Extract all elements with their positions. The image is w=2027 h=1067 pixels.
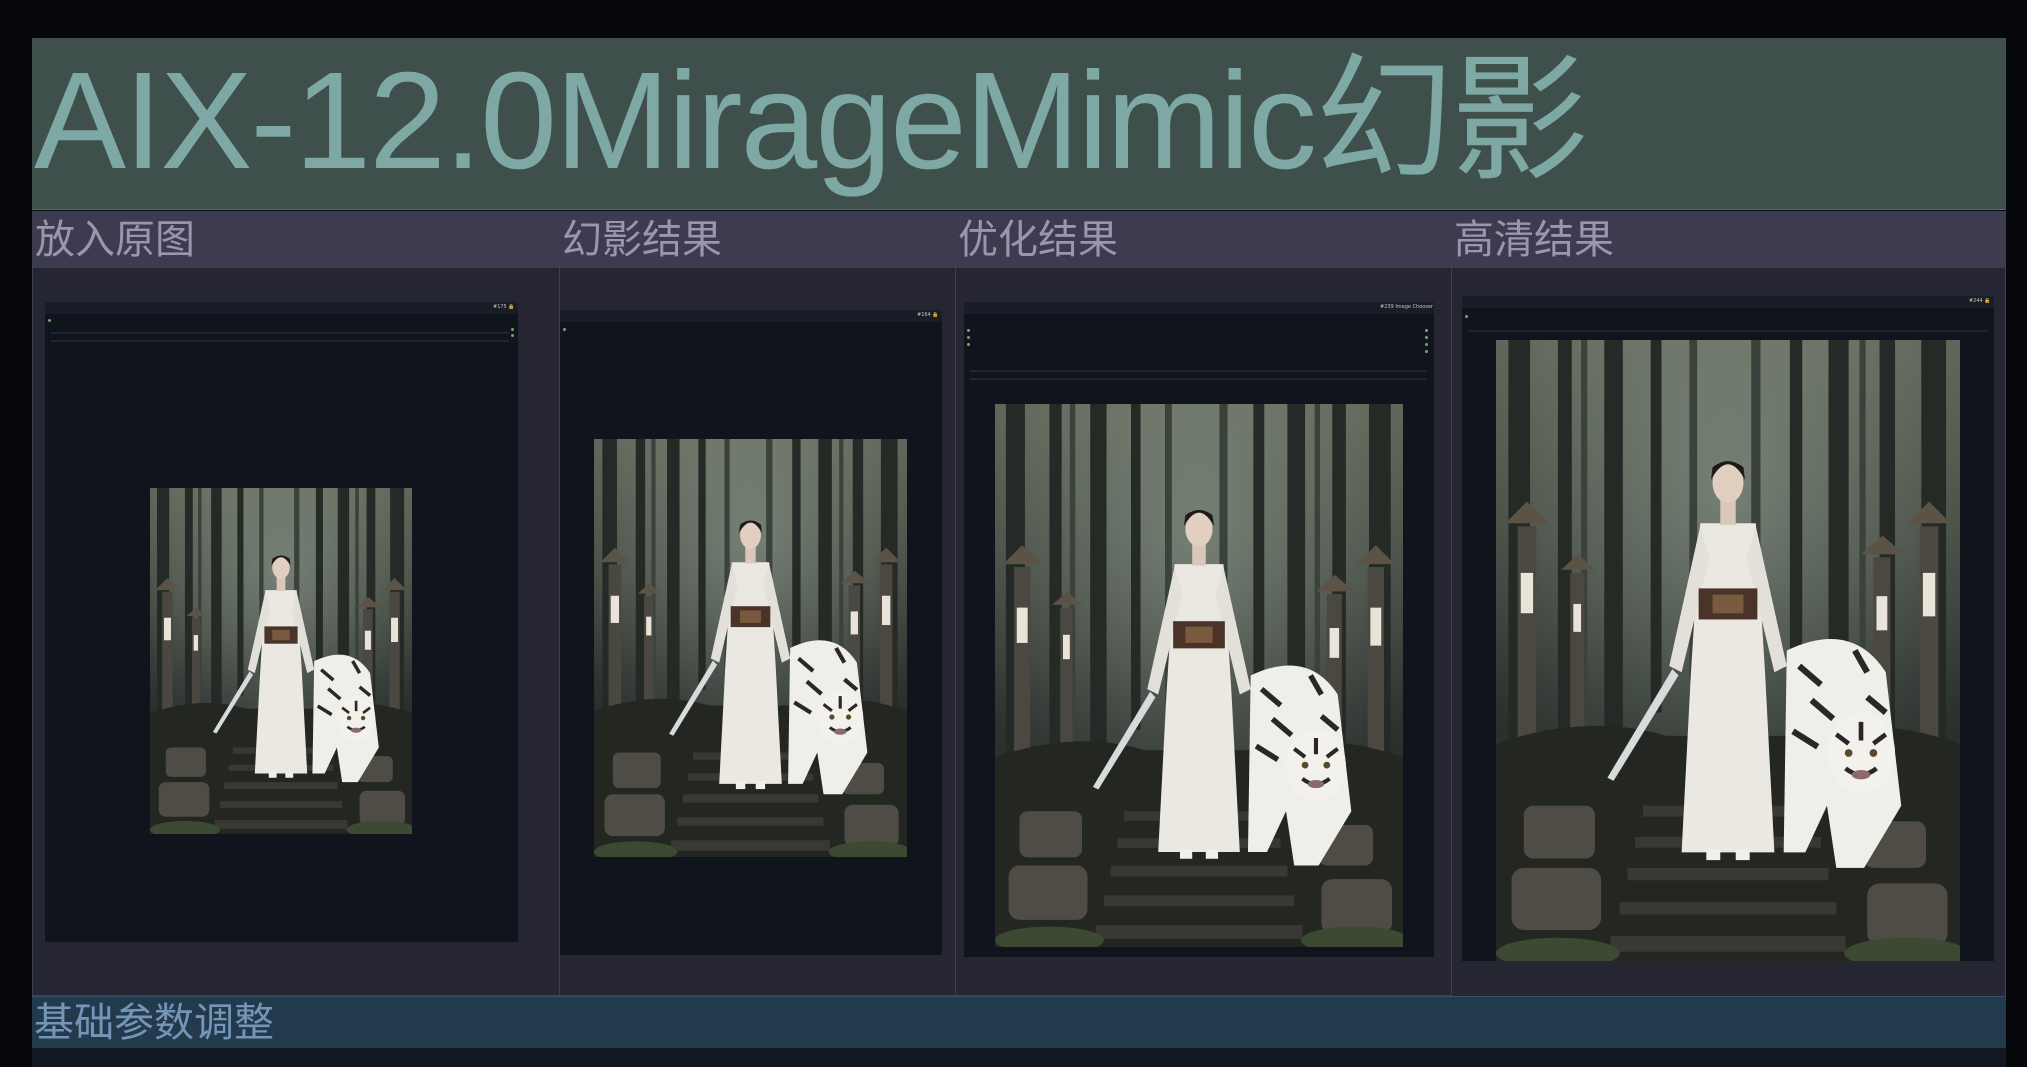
preview-image-node[interactable]: #244 🔒 [1462, 296, 1994, 961]
node-widget[interactable] [1468, 330, 1988, 332]
optimized-result-image[interactable] [995, 404, 1403, 947]
node-id-label: #239 Image Chooser [1380, 304, 1434, 310]
group-title: 放入原图 [35, 217, 195, 263]
group-title: 基础参数调整 [34, 1000, 274, 1046]
group-title: 幻影结果 [562, 217, 722, 263]
image-chooser-node[interactable]: #239 Image Chooser [964, 302, 1434, 957]
mirage-result-image [594, 439, 907, 857]
input-slot-icon[interactable] [1465, 315, 1468, 318]
input-slot-icon[interactable] [967, 336, 970, 339]
group-header[interactable]: 幻影结果 [560, 212, 955, 268]
preview-image-node[interactable]: #164 🔒 [560, 310, 942, 955]
source-image-preview [150, 488, 412, 834]
input-slot-icon[interactable] [967, 343, 970, 346]
node-id-label: #175 🔒 [493, 304, 515, 310]
node-body[interactable] [560, 322, 942, 955]
node-id-label: #244 🔒 [1969, 298, 1991, 304]
load-image-node[interactable]: #175 🔒 [45, 302, 518, 942]
output-slot-icon[interactable] [1425, 350, 1428, 353]
node-id-label: #164 🔒 [917, 312, 939, 318]
group-header[interactable]: 优化结果 [956, 212, 1451, 268]
hd-result-image [1496, 340, 1960, 961]
output-slot-icon[interactable] [1425, 329, 1428, 332]
node-body[interactable] [45, 314, 518, 942]
group-input-image[interactable]: 放入原图 #175 🔒 [32, 211, 560, 996]
title-bar: AIX-12.0MirageMimic幻影 [32, 38, 2006, 210]
output-slot-icon[interactable] [1425, 336, 1428, 339]
input-slot-icon[interactable] [48, 319, 51, 322]
node-widget[interactable] [51, 332, 509, 334]
input-slot-icon[interactable] [563, 328, 566, 331]
group-basic-params[interactable]: 基础参数调整 [32, 996, 2006, 1049]
group-title: 高清结果 [1454, 217, 1614, 263]
output-slot-icon[interactable] [511, 328, 514, 331]
group-hd-result[interactable]: 高清结果 #244 🔒 [1451, 211, 2006, 998]
page-title: AIX-12.0MirageMimic幻影 [34, 44, 1589, 198]
group-header[interactable]: 放入原图 [33, 212, 559, 268]
output-slot-icon[interactable] [511, 334, 514, 337]
node-widget[interactable] [970, 378, 1426, 380]
group-optimized-result[interactable]: 优化结果 #239 Image Chooser [955, 211, 1452, 996]
node-body[interactable] [964, 314, 1434, 957]
node-widget[interactable] [51, 340, 509, 342]
group-basic-params-body[interactable] [32, 1048, 2006, 1067]
output-slot-icon[interactable] [1425, 343, 1428, 346]
group-header[interactable]: 高清结果 [1452, 212, 2005, 268]
group-mirage-result[interactable]: 幻影结果 #164 🔒 [559, 211, 956, 996]
node-widget[interactable] [970, 370, 1426, 372]
group-title: 优化结果 [958, 217, 1118, 263]
input-slot-icon[interactable] [967, 329, 970, 332]
node-body[interactable] [1462, 308, 1994, 961]
